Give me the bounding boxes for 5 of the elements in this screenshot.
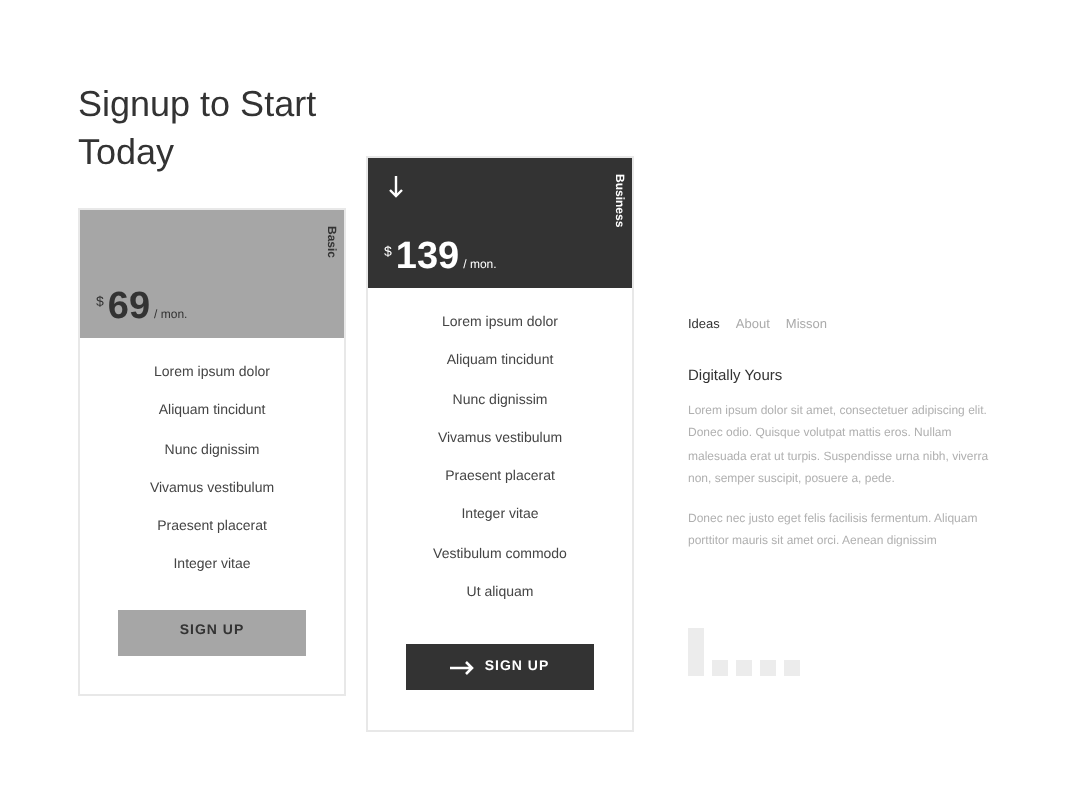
arrow-right-icon xyxy=(450,659,475,676)
price: 139 xyxy=(395,238,460,276)
price: 69 xyxy=(107,288,151,326)
arrow-down-icon xyxy=(388,176,404,198)
page-heading: Signup to Start Today xyxy=(78,82,318,176)
